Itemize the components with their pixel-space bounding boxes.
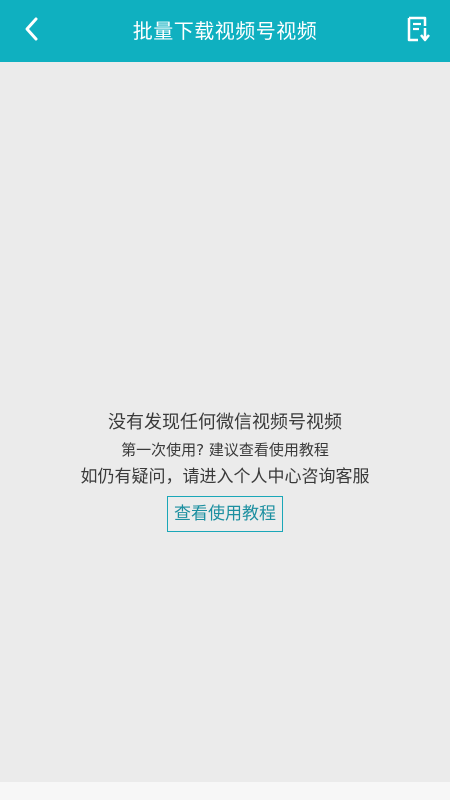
chevron-left-icon (21, 16, 43, 46)
download-list-button[interactable] (398, 11, 438, 51)
empty-message: 没有发现任何微信视频号视频 (108, 412, 342, 433)
support-hint: 如仍有疑问，请进入个人中心咨询客服 (80, 467, 370, 487)
download-list-icon (404, 15, 432, 47)
bottom-bar (0, 782, 450, 800)
app-bar: 批量下载视频号视频 (0, 0, 450, 62)
screen: 批量下载视频号视频 没有发现任何微信视频号视频 第一次使用? 建议查看使用教程 … (0, 0, 450, 800)
empty-state: 没有发现任何微信视频号视频 第一次使用? 建议查看使用教程 如仍有疑问，请进入个… (0, 408, 450, 532)
back-button[interactable] (12, 11, 52, 51)
page-title: 批量下载视频号视频 (132, 19, 318, 43)
view-tutorial-button[interactable]: 查看使用教程 (167, 496, 283, 532)
first-use-hint: 第一次使用? 建议查看使用教程 (121, 441, 329, 459)
